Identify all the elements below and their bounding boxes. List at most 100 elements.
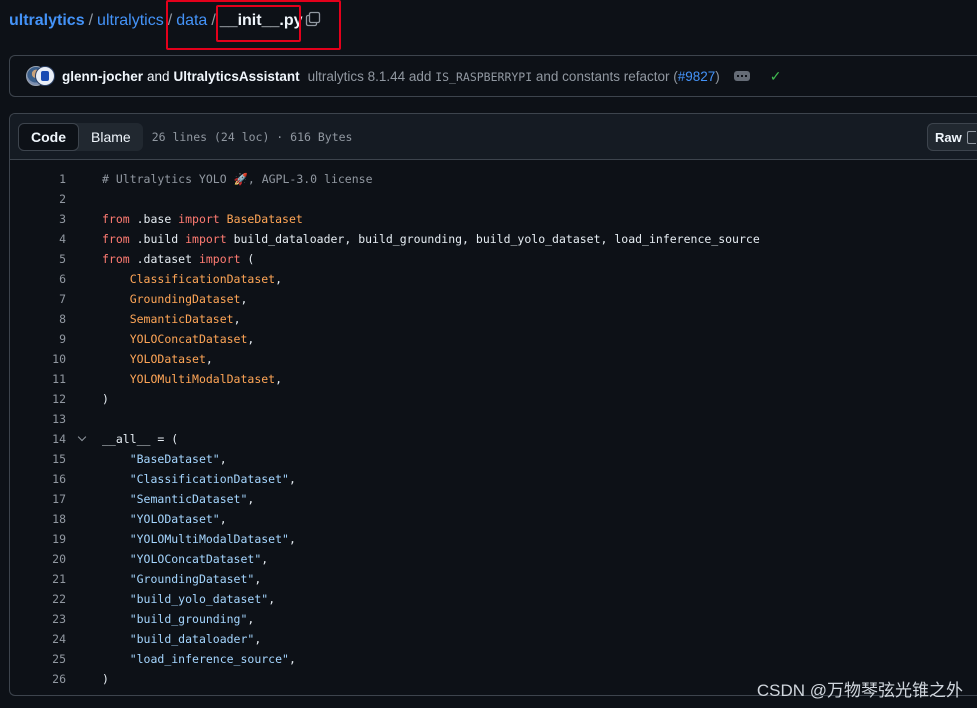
avatar[interactable] (35, 66, 55, 86)
code-text[interactable]: GroundingDataset, (102, 292, 248, 306)
line-number[interactable]: 24 (10, 632, 66, 646)
fold-gutter (66, 249, 102, 269)
breadcrumb-repo-link[interactable]: ultralytics (97, 12, 164, 30)
code-line: 1 # Ultralytics YOLO 🚀, AGPL-3.0 license (10, 169, 977, 189)
fold-gutter (66, 549, 102, 569)
line-number[interactable]: 10 (10, 352, 66, 366)
code-text[interactable]: from .dataset import ( (102, 252, 254, 266)
line-number[interactable]: 7 (10, 292, 66, 306)
line-number[interactable]: 22 (10, 592, 66, 606)
fold-gutter (66, 489, 102, 509)
line-number[interactable]: 21 (10, 572, 66, 586)
line-number[interactable]: 26 (10, 672, 66, 686)
line-number[interactable]: 11 (10, 372, 66, 386)
code-text[interactable]: "YOLOMultiModalDataset", (102, 532, 296, 546)
view-toggle: Code Blame (18, 122, 143, 151)
line-number[interactable]: 1 (10, 172, 66, 186)
code-line: 21 "GroundingDataset", (10, 569, 977, 589)
code-text[interactable]: from .base import BaseDataset (102, 212, 303, 226)
code-line: 13 (10, 409, 977, 429)
code-line: 8 SemanticDataset, (10, 309, 977, 329)
tab-code[interactable]: Code (18, 122, 79, 151)
line-number[interactable]: 9 (10, 332, 66, 346)
chevron-down-icon[interactable] (77, 432, 87, 442)
code-text[interactable]: "build_grounding", (102, 612, 255, 626)
commit-author-link[interactable]: glenn-jocher (62, 69, 143, 84)
code-text[interactable]: SemanticDataset, (102, 312, 241, 326)
copy-icon[interactable] (305, 11, 321, 27)
line-number[interactable]: 23 (10, 612, 66, 626)
check-icon[interactable]: ✓ (770, 68, 782, 85)
raw-label: Raw (935, 129, 962, 145)
line-number[interactable]: 14 (10, 432, 66, 446)
fold-gutter (66, 229, 102, 249)
code-line: 2 (10, 189, 977, 209)
code-text[interactable]: ) (102, 672, 109, 686)
code-text[interactable]: ) (102, 392, 109, 406)
code-text[interactable]: "build_yolo_dataset", (102, 592, 275, 606)
code-text[interactable]: "ClassificationDataset", (102, 472, 296, 486)
code-text[interactable]: YOLODataset, (102, 352, 213, 366)
line-number[interactable]: 4 (10, 232, 66, 246)
file-header: Code Blame 26 lines (24 loc) · 616 Bytes… (10, 114, 977, 160)
commit-message-close: ) (715, 68, 720, 84)
fold-gutter (66, 209, 102, 229)
commit-message-prefix[interactable]: ultralytics 8.1.44 add (308, 69, 432, 84)
line-number[interactable]: 2 (10, 192, 66, 206)
code-line: 9 YOLOConcatDataset, (10, 329, 977, 349)
file-meta: 26 lines (24 loc) · 616 Bytes (151, 129, 353, 144)
fold-gutter (66, 429, 102, 449)
line-number[interactable]: 20 (10, 552, 66, 566)
commit-message-code[interactable]: IS_RASPBERRYPI (435, 70, 532, 84)
pull-request-link[interactable]: #9827 (678, 69, 716, 84)
commit-message-suffix[interactable]: and constants refactor ( (536, 69, 678, 84)
code-line: 15 "BaseDataset", (10, 449, 977, 469)
line-number[interactable]: 6 (10, 272, 66, 286)
line-number[interactable]: 5 (10, 252, 66, 266)
line-number[interactable]: 17 (10, 492, 66, 506)
code-text[interactable]: "load_inference_source", (102, 652, 296, 666)
code-line: 22 "build_yolo_dataset", (10, 589, 977, 609)
line-number[interactable]: 16 (10, 472, 66, 486)
line-number[interactable]: 19 (10, 532, 66, 546)
code-text[interactable]: __all__ = ( (102, 432, 178, 446)
code-line: 18 "YOLODataset", (10, 509, 977, 529)
code-text[interactable]: "YOLODataset", (102, 512, 227, 526)
code-text[interactable]: YOLOMultiModalDataset, (102, 372, 282, 386)
fold-gutter (66, 309, 102, 329)
line-number[interactable]: 13 (10, 412, 66, 426)
line-number[interactable]: 15 (10, 452, 66, 466)
code-text[interactable]: ClassificationDataset, (102, 272, 282, 286)
code-text[interactable]: YOLOConcatDataset, (102, 332, 255, 346)
commit-coauthor-link[interactable]: UltralyticsAssistant (174, 69, 300, 84)
code-text[interactable]: # Ultralytics YOLO 🚀, AGPL-3.0 license (102, 172, 373, 186)
fold-gutter (66, 269, 102, 289)
fold-gutter (66, 369, 102, 389)
code-line: 12) (10, 389, 977, 409)
raw-button[interactable]: Raw (927, 123, 977, 151)
code-text[interactable]: "GroundingDataset", (102, 572, 262, 586)
watermark: CSDN @万物琴弦光锥之外 (756, 681, 963, 700)
fold-gutter (66, 569, 102, 589)
line-number[interactable]: 12 (10, 392, 66, 406)
copy-raw-icon[interactable] (966, 130, 976, 144)
code-text[interactable]: "BaseDataset", (102, 452, 227, 466)
tab-blame[interactable]: Blame (79, 123, 143, 151)
kebab-horizontal-icon[interactable] (733, 71, 750, 81)
fold-gutter (66, 669, 102, 689)
avatar-stack[interactable] (26, 66, 56, 86)
code-text[interactable]: "build_dataloader", (102, 632, 262, 646)
breadcrumb-owner-link[interactable]: ultralytics (9, 12, 85, 30)
code-line: 23 "build_grounding", (10, 609, 977, 629)
line-number[interactable]: 8 (10, 312, 66, 326)
fold-gutter (66, 189, 102, 209)
line-number[interactable]: 18 (10, 512, 66, 526)
line-number[interactable]: 3 (10, 212, 66, 226)
commit-message[interactable]: ultralytics 8.1.44 add IS_RASPBERRYPI an… (308, 69, 720, 84)
code-text[interactable]: "YOLOConcatDataset", (102, 552, 269, 566)
commit-and-text: and (147, 68, 170, 84)
line-number[interactable]: 25 (10, 652, 66, 666)
code-line: 10 YOLODataset, (10, 349, 977, 369)
code-text[interactable]: "SemanticDataset", (102, 492, 255, 506)
code-text[interactable]: from .build import build_dataloader, bui… (102, 232, 760, 246)
